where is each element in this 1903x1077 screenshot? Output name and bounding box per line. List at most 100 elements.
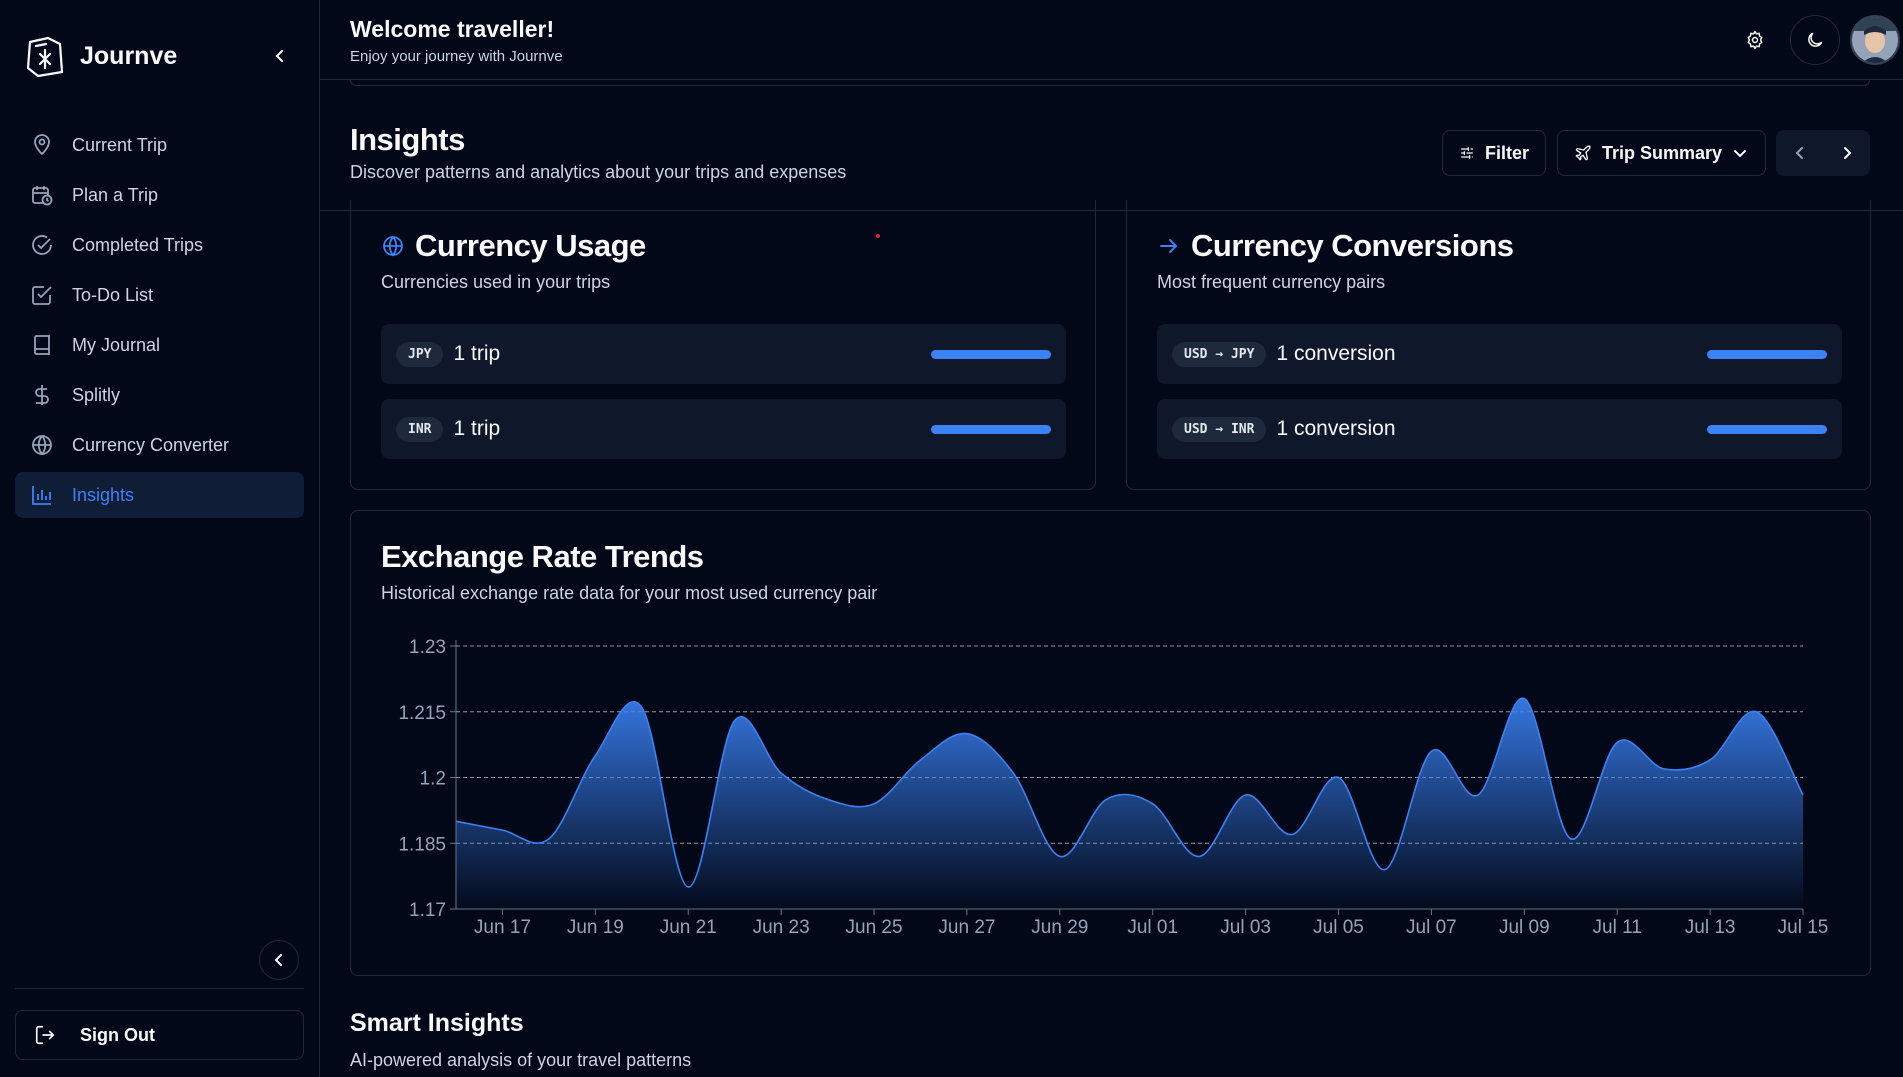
series-area <box>456 698 1803 909</box>
x-tick-label: Jun 27 <box>938 917 995 938</box>
book-icon <box>34 335 50 355</box>
welcome-subtitle: Enjoy your journey with Journve <box>350 48 563 65</box>
x-tick-label: Jun 29 <box>1031 917 1088 938</box>
sidebar: Journve Current Trip Plan a Trip Complet… <box>0 0 320 1077</box>
indicator-dot <box>876 234 880 238</box>
x-tick-label: Jul 13 <box>1685 917 1736 938</box>
collapse-sidebar-bottom-button[interactable] <box>259 940 299 980</box>
x-tick-label: Jul 11 <box>1593 917 1642 938</box>
usage-bar <box>931 349 1051 359</box>
x-tick-label: Jul 03 <box>1220 917 1271 938</box>
globe-icon <box>32 435 52 456</box>
user-avatar[interactable] <box>1850 15 1900 65</box>
usage-bar <box>931 424 1051 434</box>
x-tick-label: Jul 07 <box>1406 917 1457 938</box>
y-tick-label: 1.23 <box>409 637 446 658</box>
x-tick-label: Jul 05 <box>1313 917 1364 938</box>
exchange-rate-card: Exchange Rate Trends Historical exchange… <box>350 510 1871 976</box>
welcome-title: Welcome traveller! <box>350 16 555 42</box>
calendar-clock-icon <box>32 186 53 206</box>
dollar-icon <box>35 385 49 405</box>
sidebar-item-plan-trip[interactable]: Plan a Trip <box>15 172 304 218</box>
smart-insights-title: Smart Insights <box>350 1009 524 1037</box>
top-header: Welcome traveller! Enjoy your journey wi… <box>320 0 1903 80</box>
currency-conversion-row: USD → JPY 1 conversion <box>1157 324 1842 384</box>
log-out-icon <box>35 1025 55 1045</box>
currency-usage-count: 1 trip <box>453 342 501 365</box>
sidebar-item-splitly[interactable]: Splitly <box>15 372 304 418</box>
currency-usage-heading: Currency Usage <box>381 228 646 264</box>
currency-code-badge: JPY <box>396 341 444 367</box>
currency-code-badge: INR <box>396 416 444 442</box>
conversion-count: 1 conversion <box>1276 342 1396 365</box>
currency-conversions-heading: Currency Conversions <box>1157 228 1514 264</box>
filter-button[interactable]: Filter <box>1442 130 1546 176</box>
next-button[interactable] <box>1823 130 1870 176</box>
currency-conversions-title: Currency Conversions <box>1191 228 1514 263</box>
bar-chart-icon <box>32 486 51 505</box>
sidebar-item-my-journal[interactable]: My Journal <box>15 322 304 368</box>
sidebar-divider <box>15 988 304 989</box>
sidebar-item-currency-converter[interactable]: Currency Converter <box>15 422 304 468</box>
sidebar-item-completed-trips[interactable]: Completed Trips <box>15 222 304 268</box>
currency-usage-row: JPY 1 trip <box>381 324 1066 384</box>
brand-name: Journve <box>80 41 178 70</box>
arrow-right-icon <box>1160 239 1178 253</box>
chevron-left-icon <box>274 954 282 966</box>
smart-insights-subtitle: AI-powered analysis of your travel patte… <box>350 1050 692 1070</box>
check-circle-icon <box>32 235 52 255</box>
exchange-rate-chart[interactable]: 1.23 1.215 1.2 1.185 1.17 Jun 17 Jun 19 Jun 21 J… <box>351 511 1870 975</box>
x-tick-label: Jul 15 <box>1778 917 1829 938</box>
y-tick-label: 1.17 <box>409 900 446 921</box>
sidebar-nav: Current Trip Plan a Trip Completed Trips… <box>15 122 304 522</box>
currency-pair-badge: USD → INR <box>1172 416 1267 442</box>
x-tick-label: Jun 19 <box>567 917 624 938</box>
sidebar-item-current-trip[interactable]: Current Trip <box>15 122 304 168</box>
settings-button[interactable] <box>1730 15 1780 65</box>
sidebar-item-label: Current Trip <box>72 134 168 155</box>
y-tick-label: 1.185 <box>398 834 446 855</box>
currency-conversion-row: USD → INR 1 conversion <box>1157 399 1842 459</box>
x-tick-label: Jul 09 <box>1499 917 1550 938</box>
chevron-left-icon <box>1795 147 1803 159</box>
chevron-down-icon <box>1734 150 1747 158</box>
brand[interactable]: Journve <box>24 34 177 78</box>
pager <box>1776 130 1870 176</box>
sliders-icon <box>1461 147 1473 159</box>
sidebar-item-todo-list[interactable]: To-Do List <box>15 272 304 318</box>
gear-icon <box>1747 30 1763 50</box>
x-tick-label: Jun 25 <box>846 917 903 938</box>
currency-usage-row: INR 1 trip <box>381 399 1066 459</box>
currency-usage-card: Currency Usage Currencies used in your t… <box>350 200 1096 490</box>
chevron-left-icon <box>275 50 283 62</box>
brand-logo-icon <box>26 36 64 78</box>
conversion-bar <box>1707 349 1827 359</box>
sidebar-item-label: My Journal <box>72 334 161 355</box>
sidebar-item-label: Completed Trips <box>72 234 204 255</box>
trip-summary-label: Trip Summary <box>1602 142 1723 163</box>
currency-usage-count: 1 trip <box>453 417 501 440</box>
plane-icon <box>1575 145 1591 161</box>
checkbox-icon <box>32 286 52 305</box>
theme-toggle-button[interactable] <box>1790 15 1840 65</box>
y-tick-label: 1.2 <box>420 769 446 790</box>
sidebar-item-label: Plan a Trip <box>72 184 159 205</box>
conversion-count: 1 conversion <box>1276 417 1396 440</box>
sidebar-item-label: Insights <box>72 484 135 505</box>
y-tick-label: 1.215 <box>398 703 446 724</box>
collapsed-panel-edge <box>350 80 1870 86</box>
trip-summary-dropdown[interactable]: Trip Summary <box>1557 130 1766 176</box>
sign-out-label: Sign Out <box>80 1024 155 1045</box>
filter-label: Filter <box>1484 142 1529 163</box>
sidebar-item-insights[interactable]: Insights <box>15 472 304 518</box>
x-tick-label: Jun 21 <box>660 917 717 938</box>
avatar-image <box>1852 17 1898 63</box>
previous-button[interactable] <box>1776 130 1823 176</box>
moon-icon <box>1808 32 1823 47</box>
sidebar-item-label: To-Do List <box>72 284 154 305</box>
sign-out-button[interactable]: Sign Out <box>15 1010 304 1060</box>
page-title: Insights <box>350 122 465 157</box>
currency-usage-subtitle: Currencies used in your trips <box>381 272 611 292</box>
currency-usage-title: Currency Usage <box>415 228 646 263</box>
collapse-sidebar-button[interactable] <box>268 44 292 68</box>
